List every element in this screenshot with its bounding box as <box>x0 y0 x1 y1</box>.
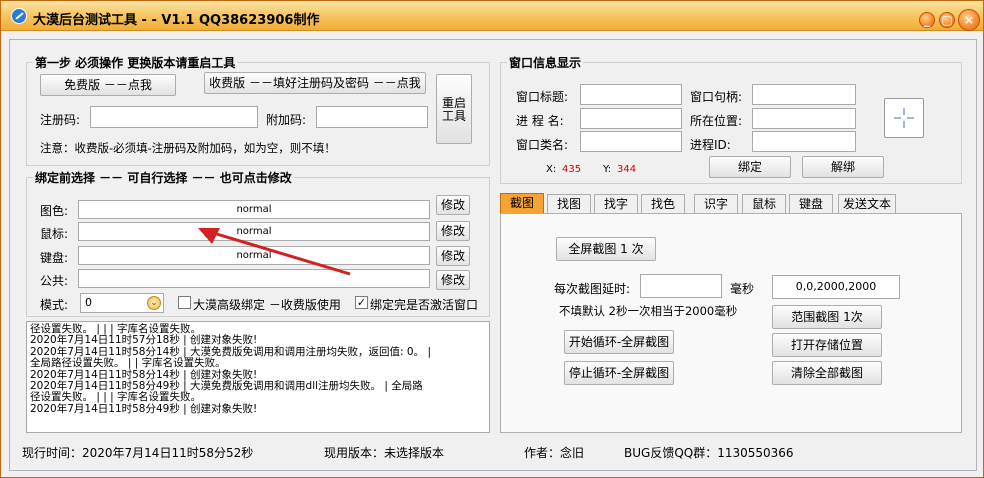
addcode-label: 附加码: <box>266 113 307 127</box>
win-handle-label: 窗口句柄: <box>690 90 743 104</box>
restart-tool-label: 重启工具 <box>441 96 466 123</box>
title-bar[interactable]: 大漠后台测试工具 - - V1.1 QQ38623906制作 _ ▢ × <box>1 1 983 31</box>
wininfo-title: 窗口信息显示 <box>507 54 584 71</box>
bind-modify-public-button[interactable]: 修改 <box>436 270 470 290</box>
tab-ocr[interactable]: 识字 <box>694 194 738 214</box>
client-area: 第一步 必须操作 更换版本请重启工具 免费版 －－点我 收费版 －－填好注册码及… <box>9 39 977 471</box>
log-line: 2020年7月14日11时58分49秒 | 创建对象失败! <box>30 402 258 415</box>
bind-modify-pic-button[interactable]: 修改 <box>436 195 470 215</box>
window-title: 大漠后台测试工具 - - V1.1 QQ38623906制作 <box>33 13 320 28</box>
activate-window-checkbox[interactable]: ✓ <box>355 296 368 309</box>
win-class-input[interactable] <box>580 131 682 152</box>
mode-select[interactable]: 0 ⌄ <box>80 293 164 313</box>
x-label: X: <box>546 164 557 175</box>
adv-bind-checkbox[interactable] <box>178 296 191 309</box>
app-icon <box>11 8 27 24</box>
step1-note: 注意：收费版-必须填-注册码及附加码，如为空，则不填！ <box>40 141 336 155</box>
pid-label: 进程ID: <box>690 138 731 152</box>
red-arrow-annotation <box>198 228 351 276</box>
bind-modify-mouse-button[interactable]: 修改 <box>436 221 470 241</box>
crosshair-icon <box>894 108 914 128</box>
tab-find-text[interactable]: 找字 <box>594 194 638 214</box>
bind-title: 绑定前选择 －－ 可自行选择 －－ 也可点击修改 <box>33 169 294 186</box>
main-window: 大漠后台测试工具 - - V1.1 QQ38623906制作 _ ▢ × 第一步… <box>0 0 984 478</box>
mode-value: 0 <box>85 296 92 309</box>
step1-title: 第一步 必须操作 更换版本请重启工具 <box>33 54 238 71</box>
bind-label-pic: 图色: <box>40 204 69 218</box>
pid-input[interactable] <box>752 131 856 152</box>
win-title-input[interactable] <box>580 84 682 105</box>
unbind-button[interactable]: 解绑 <box>802 156 884 178</box>
proc-name-label: 进 程 名: <box>516 114 564 128</box>
tab-send-text[interactable]: 发送文本 <box>838 194 896 214</box>
reg-code-label: 注册码: <box>40 113 81 127</box>
range-input[interactable]: 0,0,2000,2000 <box>772 275 900 299</box>
loop-start-button[interactable]: 开始循环-全屏截图 <box>564 330 674 354</box>
win-pos-label: 所在位置: <box>690 114 743 128</box>
bind-label-public: 公共: <box>40 274 69 288</box>
log-textarea[interactable]: 径设置失败。 | | | 字库名设置失败。 2020年7月14日11时57分18… <box>26 321 490 433</box>
tab-mouse[interactable]: 鼠标 <box>742 194 786 214</box>
addcode-input[interactable] <box>316 106 428 128</box>
status-time: 现行时间：2020年7月14日11时58分52秒 <box>22 446 254 460</box>
close-button[interactable]: × <box>958 9 980 31</box>
mode-label: 模式: <box>40 298 69 312</box>
proc-name-input[interactable] <box>580 108 682 129</box>
status-author: 作者：念旧 <box>524 446 585 460</box>
win-class-label: 窗口类名: <box>516 138 569 152</box>
delay-note: 不填默认 2秒一次相当于2000毫秒 <box>559 304 738 318</box>
paid-version-button[interactable]: 收费版 －－填好注册码及密码 －－点我 <box>204 72 426 94</box>
bind-button[interactable]: 绑定 <box>709 156 791 178</box>
restart-tool-button[interactable]: 重启工具 <box>436 74 472 144</box>
delay-label: 每次截图延时: <box>554 282 631 296</box>
tab-find-image[interactable]: 找图 <box>547 194 591 214</box>
delay-input[interactable] <box>640 274 722 298</box>
ms-label: 毫秒 <box>730 282 755 296</box>
maximize-button[interactable]: ▢ <box>939 12 955 28</box>
log-line: 全局路径设置失败。 | | 字库名设置失败。 <box>30 357 226 370</box>
status-version: 现用版本：未选择版本 <box>324 446 445 460</box>
minimize-button[interactable]: _ <box>919 12 935 28</box>
win-title-label: 窗口标题: <box>516 90 569 104</box>
bind-label-mouse: 鼠标: <box>40 227 69 241</box>
free-version-button[interactable]: 免费版 －－点我 <box>40 74 176 96</box>
activate-window-label[interactable]: 绑定完是否激活窗口 <box>370 296 478 313</box>
tab-find-color[interactable]: 找色 <box>641 194 685 214</box>
win-pos-input[interactable] <box>752 108 856 129</box>
open-folder-button[interactable]: 打开存储位置 <box>772 333 882 357</box>
y-value: 344 <box>617 164 637 175</box>
range-capture-button[interactable]: 范围截图 1次 <box>772 305 882 329</box>
x-value: 435 <box>562 164 582 175</box>
clear-captures-button[interactable]: 清除全部截图 <box>772 361 882 385</box>
reg-code-input[interactable] <box>90 106 258 128</box>
full-capture-button[interactable]: 全屏截图 1 次 <box>556 237 656 261</box>
win-handle-input[interactable] <box>752 84 856 105</box>
loop-stop-button[interactable]: 停止循环-全屏截图 <box>564 361 674 385</box>
tab-capture[interactable]: 截图 <box>500 193 544 214</box>
status-qq: BUG反馈QQ群：1130550366 <box>624 446 794 460</box>
bind-label-keyboard: 键盘: <box>40 251 69 265</box>
y-label: Y: <box>603 164 612 175</box>
adv-bind-label[interactable]: 大漠高级绑定 －收费版使用 <box>193 296 341 313</box>
chevron-down-icon[interactable]: ⌄ <box>147 296 161 310</box>
bind-modify-keyboard-button[interactable]: 修改 <box>436 246 470 266</box>
crosshair-picker-button[interactable] <box>884 98 924 138</box>
bind-value-pic[interactable]: normal <box>78 200 430 219</box>
tab-keyboard[interactable]: 键盘 <box>789 194 833 214</box>
